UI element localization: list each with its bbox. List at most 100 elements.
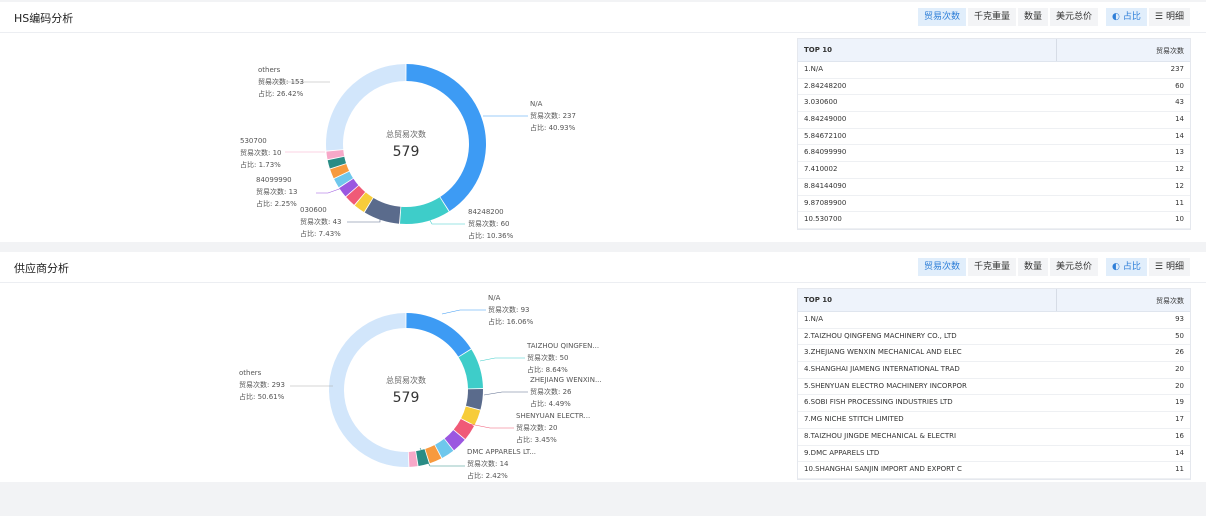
hs-donut-chart-area: 总贸易次数 579 others 贸易次数: 153 占比: 26.42% N/… [150,36,650,266]
hs-table-row[interactable]: 8.84144090 12 [798,179,1190,196]
hs-row-label: 8.84144090 [804,181,847,190]
svg-text:贸易次数: 20: 贸易次数: 20 [516,423,558,432]
supplier-table-row[interactable]: 10.SHANGHAI SANJIN IMPORT AND EXPORT C 11 [798,462,1190,479]
hs-table-row[interactable]: 3.030600 43 [798,95,1190,113]
supplier-table-row[interactable]: 2.TAIZHOU QINGFENG MACHINERY CO., LTD 50 [798,329,1190,346]
supplier-table-row[interactable]: 3.ZHEJIANG WENXIN MECHANICAL AND ELEC 26 [798,345,1190,363]
hs-row-value: 12 [1175,181,1184,190]
hs-panel-title: HS编码分析 [14,12,74,25]
supplier-panel-header: 供应商分析 贸易次数 千克重量 数量 美元总价 ◐ 占比 ☰ 明细 [0,252,1206,283]
svg-text:贸易次数: 50: 贸易次数: 50 [527,353,569,362]
hs-leader-84099990 [316,187,343,194]
hs-label-530700: 530700 贸易次数: 10 占比: 1.73% [240,137,282,169]
hs-table-row[interactable]: 7.410002 12 [798,162,1190,179]
supplier-slice-0[interactable] [406,313,471,357]
hs-label-others: others 贸易次数: 153 占比: 26.42% [258,66,304,98]
supplier-leader-na [441,309,486,315]
hs-table-row[interactable]: 5.84672100 14 [798,129,1190,146]
svg-text:占比: 2.25%: 占比: 2.25% [256,199,297,208]
supplier-table-header: TOP 10 贸易次数 [798,289,1190,312]
supplier-metric-trade-count-button[interactable]: 贸易次数 [917,258,966,276]
hs-table-row[interactable]: 6.84099990 13 [798,145,1190,163]
hs-table-row[interactable]: 2.84248200 60 [798,79,1190,96]
supplier-row-label: 6.SOBI FISH PROCESSING INDUSTRIES LTD [804,398,953,407]
hs-row-value: 43 [1175,98,1184,107]
hs-view-detail-button[interactable]: ☰ 明细 [1148,8,1190,26]
supplier-row-value: 11 [1175,465,1184,474]
supplier-toolbar: 贸易次数 千克重量 数量 美元总价 ◐ 占比 ☰ 明细 [917,258,1190,276]
svg-text:DMC APPARELS LT...: DMC APPARELS LT... [467,448,536,456]
svg-text:贸易次数: 26: 贸易次数: 26 [530,387,572,396]
hs-metric-trade-count-button[interactable]: 贸易次数 [917,8,966,26]
supplier-leader-taizhou [479,357,525,362]
hs-row-value: 14 [1175,131,1184,140]
svg-text:others: others [239,369,262,377]
hs-label-030600: 030600 贸易次数: 43 占比: 7.43% [300,206,342,238]
hs-row-value: 237 [1170,65,1184,73]
svg-text:SHENYUAN ELECTR...: SHENYUAN ELECTR... [516,412,590,420]
hs-donut-chart: 总贸易次数 579 others 贸易次数: 153 占比: 26.42% N/… [240,64,576,240]
supplier-view-detail-button[interactable]: ☰ 明细 [1148,258,1190,276]
hs-metric-quantity-button[interactable]: 数量 [1018,8,1049,26]
supplier-view-ratio-button[interactable]: ◐ 占比 [1106,258,1147,276]
supplier-row-label: 1.N/A [804,315,824,323]
supplier-table-row[interactable]: 8.TAIZHOU JINGDE MECHANICAL & ELECTRI 16 [798,429,1190,446]
svg-text:占比: 10.36%: 占比: 10.36% [468,231,514,240]
hs-row-label: 5.84672100 [804,131,847,140]
hs-row-value: 60 [1175,81,1184,90]
supplier-center-value: 579 [393,390,420,406]
supplier-row-label: 9.DMC APPARELS LTD [804,448,880,457]
hs-row-value: 12 [1175,165,1184,174]
supplier-row-value: 19 [1175,398,1184,407]
supplier-row-label: 8.TAIZHOU JINGDE MECHANICAL & ELECTRI [804,431,957,440]
hs-toolbar: 贸易次数 千克重量 数量 美元总价 ◐ 占比 ☰ 明细 [917,8,1190,26]
svg-text:占比: 3.45%: 占比: 3.45% [516,435,557,444]
hs-label-84099990: 84099990 贸易次数: 13 占比: 2.25% [256,176,298,208]
hs-row-value: 13 [1175,148,1184,157]
supplier-slice-1[interactable] [458,349,483,389]
supplier-table-row[interactable]: 4.SHANGHAI JIAMENG INTERNATIONAL TRAD 20 [798,362,1190,379]
hs-row-label: 7.410002 [804,165,838,174]
supplier-slice-2[interactable] [465,388,483,410]
supplier-slice-9[interactable] [408,451,418,467]
svg-text:占比: 26.42%: 占比: 26.42% [258,89,304,98]
svg-text:占比: 16.06%: 占比: 16.06% [488,317,534,326]
supplier-row-label: 7.MG NICHE STITCH LIMITED [804,415,904,424]
supplier-metric-usd-button[interactable]: 美元总价 [1050,258,1099,276]
hs-row-value: 14 [1175,115,1184,124]
hs-metric-usd-button[interactable]: 美元总价 [1050,8,1099,26]
supplier-table-row[interactable]: 7.MG NICHE STITCH LIMITED 17 [798,412,1190,429]
supplier-table-row[interactable]: 1.N/A 93 [798,312,1190,329]
hs-center-value: 579 [393,144,420,160]
list-icon: ☰ [1154,12,1163,22]
supplier-label-taizhou: TAIZHOU QINGFEN... 贸易次数: 50 占比: 8.64% [526,342,599,374]
hs-table-row[interactable]: 9.87089900 11 [798,196,1190,213]
svg-text:占比: 50.61%: 占比: 50.61% [239,392,285,401]
hs-table-row[interactable]: 4.84249000 14 [798,112,1190,129]
supplier-row-label: 3.ZHEJIANG WENXIN MECHANICAL AND ELEC [804,348,962,357]
hs-code-panel: HS编码分析 贸易次数 千克重量 数量 美元总价 ◐ 占比 ☰ 明细 总贸易次数 5… [0,2,1206,242]
supplier-panel-title: 供应商分析 [14,262,69,275]
donut-icon: ◐ [1112,12,1120,22]
hs-metric-kg-button[interactable]: 千克重量 [967,8,1016,26]
supplier-center-label: 总贸易次数 [386,375,426,385]
hs-row-label: 10.530700 [804,215,842,224]
supplier-panel: 供应商分析 贸易次数 千克重量 数量 美元总价 ◐ 占比 ☰ 明细 总贸易次数 57… [0,252,1206,482]
supplier-table-row[interactable]: 9.DMC APPARELS LTD 14 [798,446,1190,463]
hs-table-row[interactable]: 1.N/A 237 [798,62,1190,79]
hs-view-ratio-button[interactable]: ◐ 占比 [1106,8,1147,26]
hs-row-label: 6.84099990 [804,148,847,157]
supplier-top10-table: TOP 10 贸易次数 1.N/A 93 2.TAIZHOU QINGFENG MA… [797,288,1191,480]
supplier-row-label: 5.SHENYUAN ELECTRO MACHINERY INCORPOR [804,381,967,390]
supplier-metric-quantity-button[interactable]: 数量 [1018,258,1049,276]
svg-text:占比: 7.43%: 占比: 7.43% [300,229,341,238]
hs-table-header-count: 贸易次数 [1156,47,1184,55]
supplier-metric-kg-button[interactable]: 千克重量 [967,258,1016,276]
supplier-table-row[interactable]: 5.SHENYUAN ELECTRO MACHINERY INCORPOR 20 [798,379,1190,396]
hs-slice-1[interactable] [399,197,449,224]
supplier-table-row[interactable]: 6.SOBI FISH PROCESSING INDUSTRIES LTD 19 [798,395,1190,413]
supplier-label-na: N/A 贸易次数: 93 占比: 16.06% [488,294,534,326]
svg-text:others: others [258,66,281,74]
hs-table-row[interactable]: 10.530700 10 [798,212,1190,229]
supplier-label-others: others 贸易次数: 293 占比: 50.61% [239,369,285,401]
